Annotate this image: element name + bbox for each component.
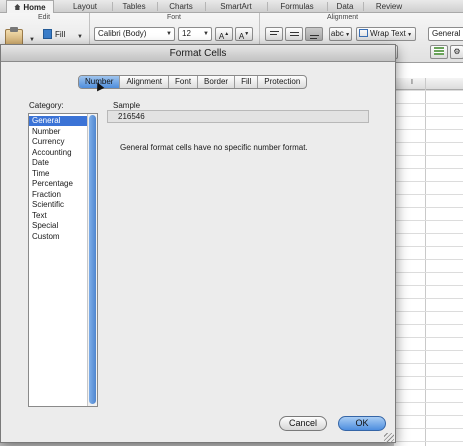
cancel-button[interactable]: Cancel	[279, 416, 327, 431]
scrollbar-thumb[interactable]	[89, 115, 96, 404]
number-format-extra-button[interactable]: ⚙	[450, 45, 463, 59]
tab-review[interactable]: Review	[365, 0, 413, 13]
category-item-scientific[interactable]: Scientific	[29, 200, 87, 210]
chevron-down-icon: ▼	[166, 31, 172, 37]
tab-data[interactable]: Data	[329, 0, 361, 13]
category-item-currency[interactable]: Currency	[29, 137, 87, 147]
paste-dropdown-arrow[interactable]: ▼	[29, 37, 35, 43]
number-format-select[interactable]: General	[428, 27, 463, 41]
tab-separator	[267, 2, 268, 11]
category-item-custom[interactable]: Custom	[29, 232, 87, 242]
group-label-edit: Edit	[38, 14, 51, 21]
tab-separator	[327, 2, 328, 11]
tab-protection[interactable]: Protection	[258, 76, 306, 88]
category-scrollbar[interactable]	[87, 114, 97, 406]
column-header[interactable]: I	[394, 78, 463, 90]
wrap-text-button[interactable]: Wrap Text ▼	[356, 27, 416, 41]
category-label: Category:	[29, 101, 64, 110]
wrap-text-icon	[359, 29, 368, 37]
tab-border[interactable]: Border	[198, 76, 236, 88]
category-item-percentage[interactable]: Percentage	[29, 179, 87, 189]
conditional-format-button[interactable]	[430, 45, 448, 59]
font-size-select[interactable]: 12 ▼	[178, 27, 212, 41]
category-item-special[interactable]: Special	[29, 221, 87, 231]
category-item-time[interactable]: Time	[29, 169, 87, 179]
group-label-font: Font	[167, 14, 182, 21]
chevron-down-icon: ▼	[203, 31, 209, 37]
sample-preview: 216546	[107, 110, 369, 123]
fill-down-icon	[43, 29, 52, 39]
resize-grip-icon[interactable]	[384, 433, 394, 443]
text-orientation-button[interactable]: abc ▼	[329, 27, 352, 41]
tab-font[interactable]: Font	[169, 76, 199, 88]
category-item-number[interactable]: Number	[29, 127, 87, 137]
cell-grid[interactable]	[394, 90, 463, 446]
home-icon	[14, 4, 21, 10]
sample-label: Sample	[113, 101, 141, 110]
tab-separator	[112, 2, 113, 11]
dialog-tab-strip: Number Alignment Font Border Fill Protec…	[78, 75, 308, 89]
spreadsheet-area[interactable]: I	[394, 63, 463, 446]
tab-charts[interactable]: Charts	[159, 0, 203, 13]
align-middle-icon[interactable]	[285, 27, 303, 41]
ribbon-tab-bar: Home Layout Tables Charts SmartArt Formu…	[0, 0, 463, 14]
font-name-select[interactable]: Calibri (Body) ▼	[94, 27, 175, 41]
category-item-text[interactable]: Text	[29, 211, 87, 221]
column-label: I	[411, 79, 413, 86]
category-item-date[interactable]: Date	[29, 158, 87, 168]
category-item-accounting[interactable]: Accounting	[29, 148, 87, 158]
group-label-alignment: Alignment	[327, 14, 359, 21]
tab-separator	[157, 2, 158, 11]
format-description: General format cells have no specific nu…	[120, 143, 308, 152]
gear-icon: ⚙	[453, 47, 461, 56]
ok-button[interactable]: OK	[338, 416, 386, 431]
table-icon	[434, 47, 444, 55]
tab-separator	[363, 2, 364, 11]
grow-font-button[interactable]: A▲	[215, 27, 233, 41]
tab-alignment[interactable]: Alignment	[120, 76, 170, 88]
tab-formulas[interactable]: Formulas	[269, 0, 325, 13]
tab-fill[interactable]: Fill	[235, 76, 259, 88]
tab-layout[interactable]: Layout	[60, 0, 110, 13]
fill-dropdown-arrow[interactable]: ▼	[77, 31, 83, 44]
shrink-font-button[interactable]: A▼	[235, 27, 253, 41]
tab-home[interactable]: Home	[6, 0, 54, 14]
align-bottom-icon[interactable]	[305, 27, 323, 41]
fill-button[interactable]: Fill ▼	[43, 28, 83, 41]
format-cells-dialog: Format Cells Number Alignment Font Borde…	[0, 44, 396, 443]
tab-smartart[interactable]: SmartArt	[207, 0, 265, 13]
dialog-title: Format Cells	[1, 45, 395, 62]
tab-tables[interactable]: Tables	[114, 0, 154, 13]
align-top-icon[interactable]	[265, 27, 283, 41]
category-item-fraction[interactable]: Fraction	[29, 190, 87, 200]
category-list[interactable]: General Number Currency Accounting Date …	[28, 113, 98, 407]
tab-separator	[205, 2, 206, 11]
category-item-general[interactable]: General	[29, 116, 87, 126]
